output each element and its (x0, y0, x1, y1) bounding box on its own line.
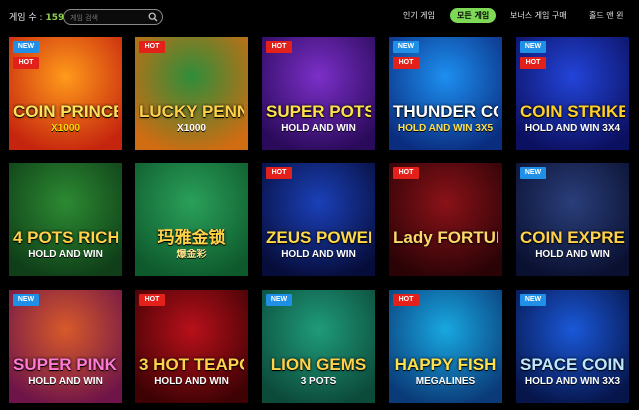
new-badge: NEW (520, 167, 546, 179)
game-title: COIN STRIKE 2 (520, 103, 625, 121)
new-badge: NEW (266, 294, 292, 306)
game-title: SPACE COINS (520, 356, 625, 374)
game-tile[interactable]: HAPPY FISH MEGALINES HOT (389, 290, 502, 403)
game-tile[interactable]: SUPER PINK JOKER HOLD AND WIN NEW (9, 290, 122, 403)
hot-badge: HOT (139, 294, 165, 306)
game-subtitle: HOLD AND WIN (28, 249, 103, 260)
game-tile[interactable]: THUNDER COINS XXL HOLD AND WIN 3X5 NEW HOT (389, 37, 502, 150)
game-tile[interactable]: Lady FORTUNE HOT (389, 163, 502, 276)
game-title: SUPER POTS (266, 103, 371, 121)
new-badge: NEW (520, 294, 546, 306)
game-subtitle: HOLD AND WIN 3X3 (524, 376, 621, 387)
game-tile[interactable]: COIN EXPRESS HOLD AND WIN NEW (516, 163, 629, 276)
hot-badge: HOT (520, 57, 546, 69)
game-subtitle: HOLD AND WIN (281, 249, 356, 260)
new-badge: NEW (520, 41, 546, 53)
game-tile[interactable]: 玛雅金锁 爆金彩 (135, 163, 248, 276)
game-tile[interactable]: COIN PRINCESS X1000 NEW HOT (9, 37, 122, 150)
search-icon[interactable] (148, 12, 158, 22)
game-tile[interactable]: COIN STRIKE 2 HOLD AND WIN 3X4 NEW HOT (516, 37, 629, 150)
game-title: COIN PRINCESS (13, 103, 118, 121)
game-subtitle: HOLD AND WIN (281, 123, 356, 134)
game-count-value: 159 (45, 13, 65, 23)
search-box[interactable] (63, 9, 163, 25)
game-tile[interactable]: ZEUS POWER HOLD AND WIN HOT (262, 163, 375, 276)
game-tile[interactable]: LION GEMS 3 POTS NEW (262, 290, 375, 403)
game-count: 게임 수 : 159 (9, 10, 64, 23)
game-title: LUCKY PENNY (139, 103, 244, 121)
tab-hold-and-win[interactable]: 홀드 앤 윈 (589, 8, 624, 23)
new-badge: NEW (13, 41, 39, 53)
game-subtitle: HOLD AND WIN (535, 249, 610, 260)
game-tile[interactable]: SPACE COINS HOLD AND WIN 3X3 NEW (516, 290, 629, 403)
hot-badge: HOT (139, 41, 165, 53)
hot-badge: HOT (393, 57, 419, 69)
tab-bonus-buy-games[interactable]: 보너스 게임 구매 (510, 8, 567, 23)
hot-badge: HOT (13, 57, 39, 69)
game-subtitle: X1000 (51, 123, 80, 134)
game-title: LION GEMS (270, 356, 367, 374)
game-tile[interactable]: SUPER POTS HOLD AND WIN HOT (262, 37, 375, 150)
game-title: SUPER PINK JOKER (13, 356, 118, 374)
game-subtitle: HOLD AND WIN 3X4 (524, 123, 621, 134)
tab-popular-games[interactable]: 인기 게임 (403, 8, 435, 23)
search-input[interactable] (70, 12, 146, 23)
game-title: THUNDER COINS XXL (393, 103, 498, 121)
hot-badge: HOT (393, 167, 419, 179)
game-title: 3 HOT TEAPOTS (139, 356, 244, 374)
game-title: ZEUS POWER (266, 229, 371, 247)
game-tile[interactable]: LUCKY PENNY X1000 HOT (135, 37, 248, 150)
hot-badge: HOT (266, 167, 292, 179)
game-subtitle: HOLD AND WIN (154, 376, 229, 387)
game-title: Lady FORTUNE (393, 229, 498, 247)
top-bar: 게임 수 : 159 인기 게임 모든 게임 보너스 게임 구매 홀드 앤 윈 (0, 0, 639, 34)
game-title: COIN EXPRESS (520, 229, 625, 247)
game-thumbnail (389, 163, 502, 276)
game-subtitle: X1000 (177, 123, 206, 134)
tab-all-games[interactable]: 모든 게임 (450, 8, 497, 23)
game-tile[interactable]: 3 HOT TEAPOTS HOLD AND WIN HOT (135, 290, 248, 403)
hot-badge: HOT (393, 294, 419, 306)
game-subtitle: HOLD AND WIN 3X5 (397, 123, 494, 134)
game-count-label: 게임 수 : (9, 13, 43, 23)
game-subtitle: 爆金彩 (176, 249, 207, 260)
game-title: 4 POTS RICHES (13, 229, 118, 247)
game-tile[interactable]: 4 POTS RICHES HOLD AND WIN (9, 163, 122, 276)
game-subtitle: MEGALINES (415, 376, 476, 387)
new-badge: NEW (13, 294, 39, 306)
hot-badge: HOT (266, 41, 292, 53)
new-badge: NEW (393, 41, 419, 53)
game-subtitle: 3 POTS (300, 376, 337, 387)
game-title: 玛雅金锁 (157, 229, 226, 247)
game-title: HAPPY FISH (394, 356, 497, 374)
game-subtitle: HOLD AND WIN (28, 376, 103, 387)
